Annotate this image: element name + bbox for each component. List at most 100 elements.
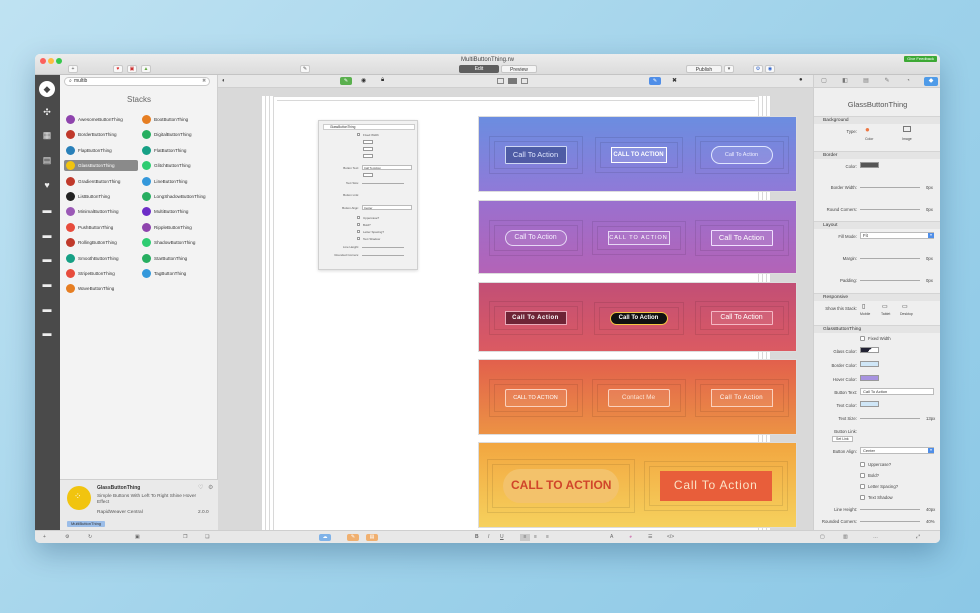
image-icon[interactable]: ▤: [41, 155, 53, 165]
theme-icon[interactable]: ✎: [300, 65, 310, 73]
mini-checkbox[interactable]: [357, 223, 360, 226]
layers-icon[interactable]: ▥: [843, 534, 848, 541]
layout-section-header[interactable]: Layout: [814, 221, 940, 229]
text-size-slider[interactable]: [860, 418, 920, 419]
mini-checkbox[interactable]: [357, 237, 360, 240]
publish-button[interactable]: Publish: [686, 65, 722, 73]
call-to-action-button[interactable]: Contact Me: [607, 389, 670, 407]
border-section-header[interactable]: Border: [814, 151, 940, 159]
favorites-heart-icon[interactable]: ♥: [41, 180, 53, 190]
stack-list-item[interactable]: TagButtonThing: [140, 268, 214, 279]
preview-folder-icon[interactable]: ▲: [141, 65, 151, 73]
stats-tab-icon[interactable]: ◔: [903, 77, 913, 86]
hover-color-swatch[interactable]: [860, 375, 879, 381]
stack-list-item[interactable]: RippleButtonThing: [140, 222, 214, 233]
mini-input[interactable]: Center: [362, 205, 412, 210]
gear-icon[interactable]: ⚙: [208, 484, 213, 491]
stack-list-item[interactable]: GlassButtonThing: [64, 160, 138, 172]
color-picker-icon[interactable]: ◕: [629, 534, 632, 541]
eye-icon[interactable]: ◉: [361, 77, 366, 84]
mini-input[interactable]: Call To Action: [362, 165, 412, 170]
add-icon[interactable]: +: [68, 65, 78, 73]
give-feedback-button[interactable]: Give Feedback: [904, 56, 937, 62]
layout-split-icon[interactable]: [508, 78, 517, 84]
call-to-action-button[interactable]: CALL TO ACTION: [610, 147, 667, 163]
folder-icon[interactable]: ▬: [41, 205, 53, 215]
mini-checkbox[interactable]: [357, 230, 360, 233]
mini-checkbox[interactable]: [357, 133, 360, 136]
letter-spacing-checkbox[interactable]: [860, 484, 865, 489]
border-color-swatch[interactable]: [860, 361, 879, 367]
call-to-action-button[interactable]: CALL TO ACTION: [504, 389, 567, 407]
settings-icon[interactable]: ⚙: [753, 65, 763, 73]
mini-slider[interactable]: [362, 182, 404, 184]
call-to-action-button[interactable]: CALL TO ACTION: [503, 469, 620, 503]
glassbutton-section-header[interactable]: GlassButtonThing: [814, 325, 940, 333]
underline-icon[interactable]: U: [500, 534, 504, 541]
call-to-action-button[interactable]: Call To Action: [710, 389, 773, 407]
stack-list-item[interactable]: AwesomeButtonThing: [64, 114, 138, 125]
gear-icon[interactable]: ⚙: [65, 534, 69, 541]
call-to-action-button[interactable]: Call To Action: [659, 471, 772, 501]
stack-list-item[interactable]: FlapButtonThing: [64, 145, 138, 156]
call-to-action-button[interactable]: Call To Action: [609, 311, 668, 325]
margin-slider[interactable]: [860, 258, 920, 259]
stack-list-item[interactable]: ListButtonThing: [64, 191, 138, 202]
desktop-icon[interactable]: ▭: [902, 303, 908, 310]
info-circle-icon[interactable]: ●: [799, 77, 803, 83]
favorite-heart-icon[interactable]: ♡: [198, 484, 203, 491]
font-icon[interactable]: A: [610, 534, 613, 541]
search-input[interactable]: multib: [64, 77, 210, 86]
layout-tab-icon[interactable]: ◧: [840, 77, 850, 86]
stack-list-item[interactable]: GradientButtonThing: [64, 176, 138, 187]
text-color-swatch[interactable]: [860, 401, 879, 407]
stacks-logo-icon[interactable]: ◆: [39, 81, 55, 97]
stack-list-item[interactable]: StarButtonThing: [140, 253, 214, 264]
stack-icon[interactable]: ◐: [222, 78, 226, 84]
layout-single-icon[interactable]: [497, 78, 504, 84]
responsive-section-header[interactable]: Responsive: [814, 293, 940, 301]
puzzle-icon[interactable]: ✣: [41, 107, 53, 117]
fill-mode-select[interactable]: Fit: [860, 232, 934, 239]
pencil-icon[interactable]: ✎: [649, 77, 661, 85]
call-to-action-button[interactable]: Call To Action: [710, 230, 773, 246]
mini-color-swatch[interactable]: [363, 154, 373, 158]
align-right-icon[interactable]: ≡: [546, 534, 549, 541]
stack-list-item[interactable]: LineButtonThing: [140, 176, 214, 187]
grid-icon[interactable]: ▦: [41, 130, 53, 140]
stack-list-item[interactable]: DigitalButtonThing: [140, 129, 214, 140]
align-center-icon[interactable]: ≡: [534, 534, 537, 541]
clear-search-icon[interactable]: ✖: [202, 78, 206, 84]
stack-list-item[interactable]: BootButtonThing: [140, 114, 214, 125]
mini-slider[interactable]: [362, 246, 404, 248]
bold-icon[interactable]: B: [475, 534, 479, 541]
mini-color-swatch[interactable]: [363, 147, 373, 151]
preview-mode-button[interactable]: Preview: [501, 65, 537, 73]
stack-list-item[interactable]: MinimalButtonThing: [64, 206, 138, 217]
stacks-tab-icon[interactable]: ◆: [924, 77, 938, 86]
image-type-icon[interactable]: [903, 126, 911, 132]
mini-color-swatch[interactable]: [363, 140, 373, 144]
mini-slider[interactable]: [362, 254, 404, 256]
stack-list-item[interactable]: ShadowButtonThing: [140, 237, 214, 248]
lock-icon[interactable]: 🔒︎: [381, 77, 384, 84]
stack-list-item[interactable]: SmoothButtonThing: [64, 253, 138, 264]
refresh-icon[interactable]: ↻: [88, 534, 92, 541]
save-icon[interactable]: ▣: [135, 534, 140, 541]
code-icon[interactable]: </>: [667, 534, 674, 541]
stack-tag[interactable]: MultiButtonThing: [67, 521, 106, 527]
round-corners-slider[interactable]: [860, 209, 920, 210]
call-to-action-button[interactable]: Call To Action: [504, 146, 567, 164]
expand-icon[interactable]: ⤢: [916, 534, 920, 541]
more-icon[interactable]: …: [873, 534, 878, 541]
call-to-action-button[interactable]: Call To Action: [504, 311, 567, 325]
tools-icon[interactable]: ✖: [672, 77, 677, 84]
call-to-action-button[interactable]: Call To Action: [710, 146, 773, 164]
stack-list-item[interactable]: MultiButtonThing: [140, 206, 214, 217]
stack-list-item[interactable]: WaveButtonThing: [64, 283, 138, 294]
publish-options-icon[interactable]: ▾: [724, 65, 734, 73]
folder-icon[interactable]: ▬: [41, 304, 53, 314]
border-color-swatch[interactable]: [860, 162, 879, 168]
stack-list-item[interactable]: PushButtonThing: [64, 222, 138, 233]
layout-full-icon[interactable]: [521, 78, 528, 84]
